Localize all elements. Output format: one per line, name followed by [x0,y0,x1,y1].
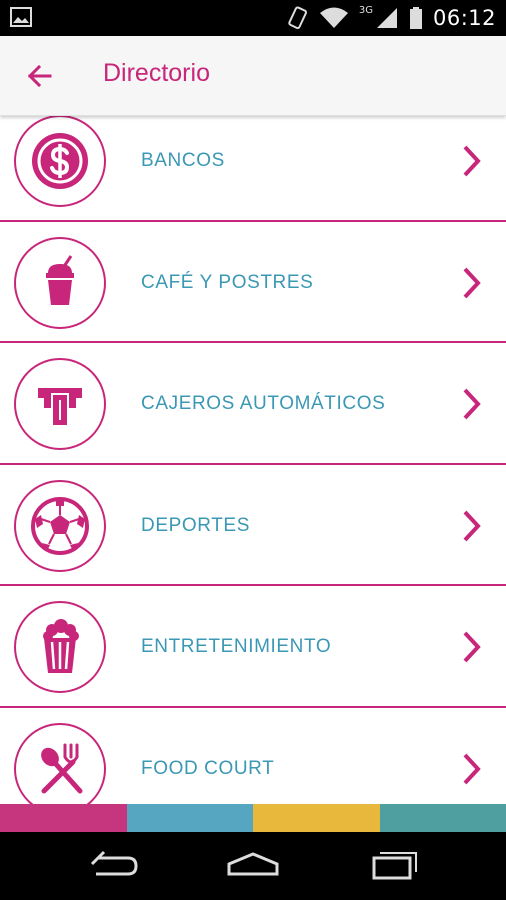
icon-badge [14,236,106,329]
list-item-cajeros-automaticos[interactable]: CAJEROS AUTOMÁTICOS [0,343,506,465]
list-item-bancos[interactable]: BANCOS [0,116,506,222]
list-item-label: FOOD COURT [141,757,275,779]
directory-list[interactable]: BANCOS CAFÉ Y POSTRES CAJEROS AUTOMÁTICO… [0,116,506,804]
fork-spoon-icon [41,743,83,793]
chevron-right-icon [463,631,481,663]
chevron-right-icon [463,388,481,420]
chevron-right-icon [463,753,481,784]
list-item-label: BANCOS [141,150,225,171]
back-icon[interactable] [82,846,142,886]
rotate-screen-icon [288,6,307,30]
icon-badge [14,358,106,450]
list-item-deportes[interactable]: DEPORTES [0,464,506,586]
popcorn-icon [43,619,79,673]
icon-badge [14,116,106,207]
chevron-right-icon [463,145,481,177]
atm-icon [38,388,82,427]
battery-icon [409,7,422,29]
brand-color-strip [0,804,506,832]
wifi-icon [319,7,348,28]
chevron-right-icon [463,510,481,541]
status-bar: 3G 06:12 [0,0,506,36]
soccer-ball-icon [31,496,89,555]
gallery-notification-icon [10,7,32,27]
icon-badge [14,601,106,693]
app-bar: Directorio [0,36,506,116]
list-item-label: ENTRETENIMIENTO [141,636,332,657]
back-arrow-icon[interactable] [22,58,58,94]
dollar-icon [32,133,88,189]
strip-segment [253,804,380,832]
list-item-label: CAFÉ Y POSTRES [141,271,314,293]
page-title: Directorio [103,59,210,87]
icon-badge [14,722,106,804]
clock: 06:12 [432,6,496,30]
list-item-label: DEPORTES [141,514,250,536]
signal-icon [376,8,397,28]
home-icon[interactable] [223,846,283,886]
list-item-food-court[interactable]: FOOD COURT [0,707,506,804]
icon-badge [14,479,106,572]
list-item-entretenimiento[interactable]: ENTRETENIMIENTO [0,586,506,708]
list-item-cafe-y-postres[interactable]: CAFÉ Y POSTRES [0,221,506,343]
strip-segment [126,804,253,832]
network-type: 3G [358,4,373,16]
recent-apps-icon[interactable] [364,846,424,886]
drink-cup-icon [46,254,74,305]
list-item-label: CAJEROS AUTOMÁTICOS [141,393,386,414]
strip-segment [379,804,506,832]
chevron-right-icon [463,267,481,298]
system-nav-bar [0,832,506,900]
strip-segment [0,804,127,832]
